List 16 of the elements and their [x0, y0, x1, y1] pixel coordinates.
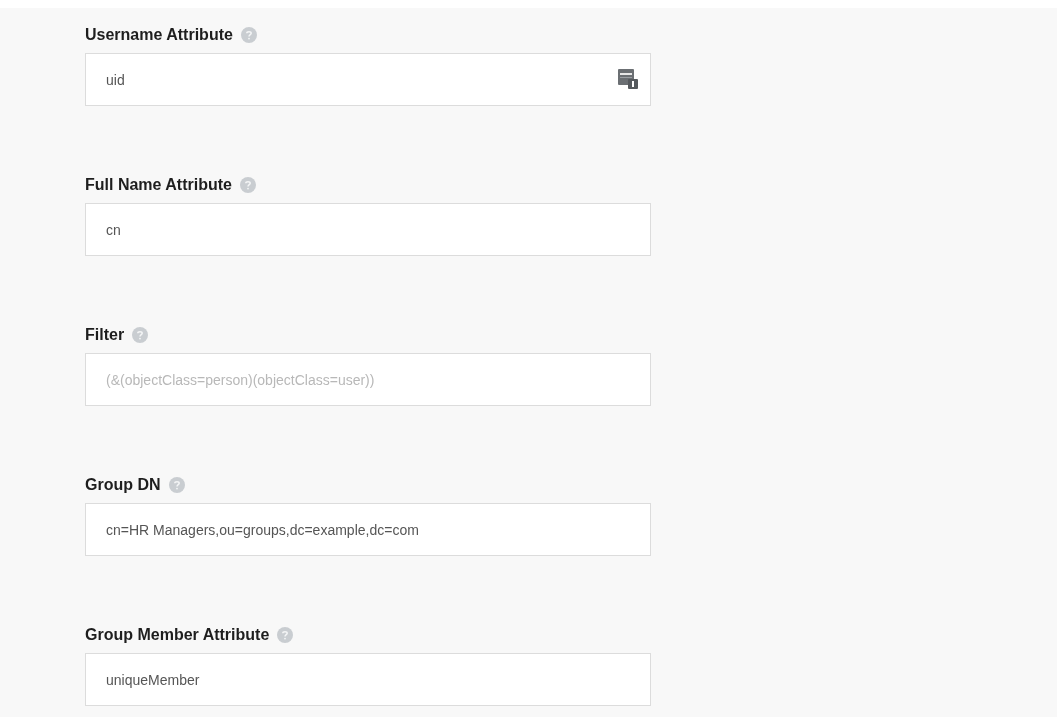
help-icon[interactable]	[240, 27, 257, 43]
text-field[interactable]: (&(objectClass=person)(objectClass=user))	[85, 353, 651, 406]
field-label: Group Member Attribute	[85, 626, 270, 644]
help-icon[interactable]	[168, 477, 185, 493]
field-label: Group DN	[85, 476, 161, 494]
text-field[interactable]: uniqueMember	[85, 653, 651, 706]
field-label: Full Name Attribute	[85, 176, 232, 194]
help-icon[interactable]	[132, 327, 149, 343]
help-icon[interactable]	[239, 177, 256, 193]
table-picker-icon[interactable]	[617, 68, 639, 90]
field-label: Filter	[85, 326, 125, 344]
help-icon[interactable]	[277, 627, 294, 643]
field-label: Username Attribute	[85, 26, 233, 44]
text-field[interactable]: uid	[85, 53, 651, 106]
text-field[interactable]: cn=HR Managers,ou=groups,dc=example,dc=com	[85, 503, 651, 556]
text-field[interactable]: cn	[85, 203, 651, 256]
